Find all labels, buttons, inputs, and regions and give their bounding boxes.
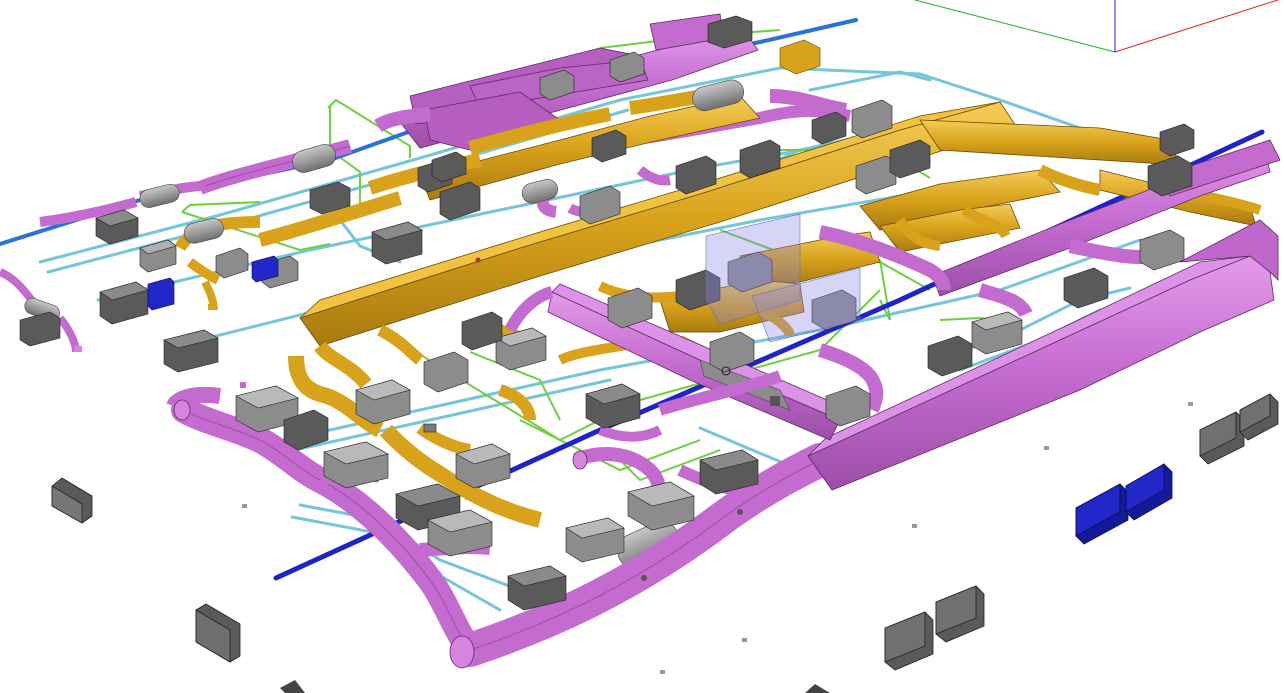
axis-gizmo-icon <box>914 0 1280 53</box>
3d-viewport[interactable] <box>0 0 1284 693</box>
mechanical-model[interactable] <box>0 0 1284 693</box>
